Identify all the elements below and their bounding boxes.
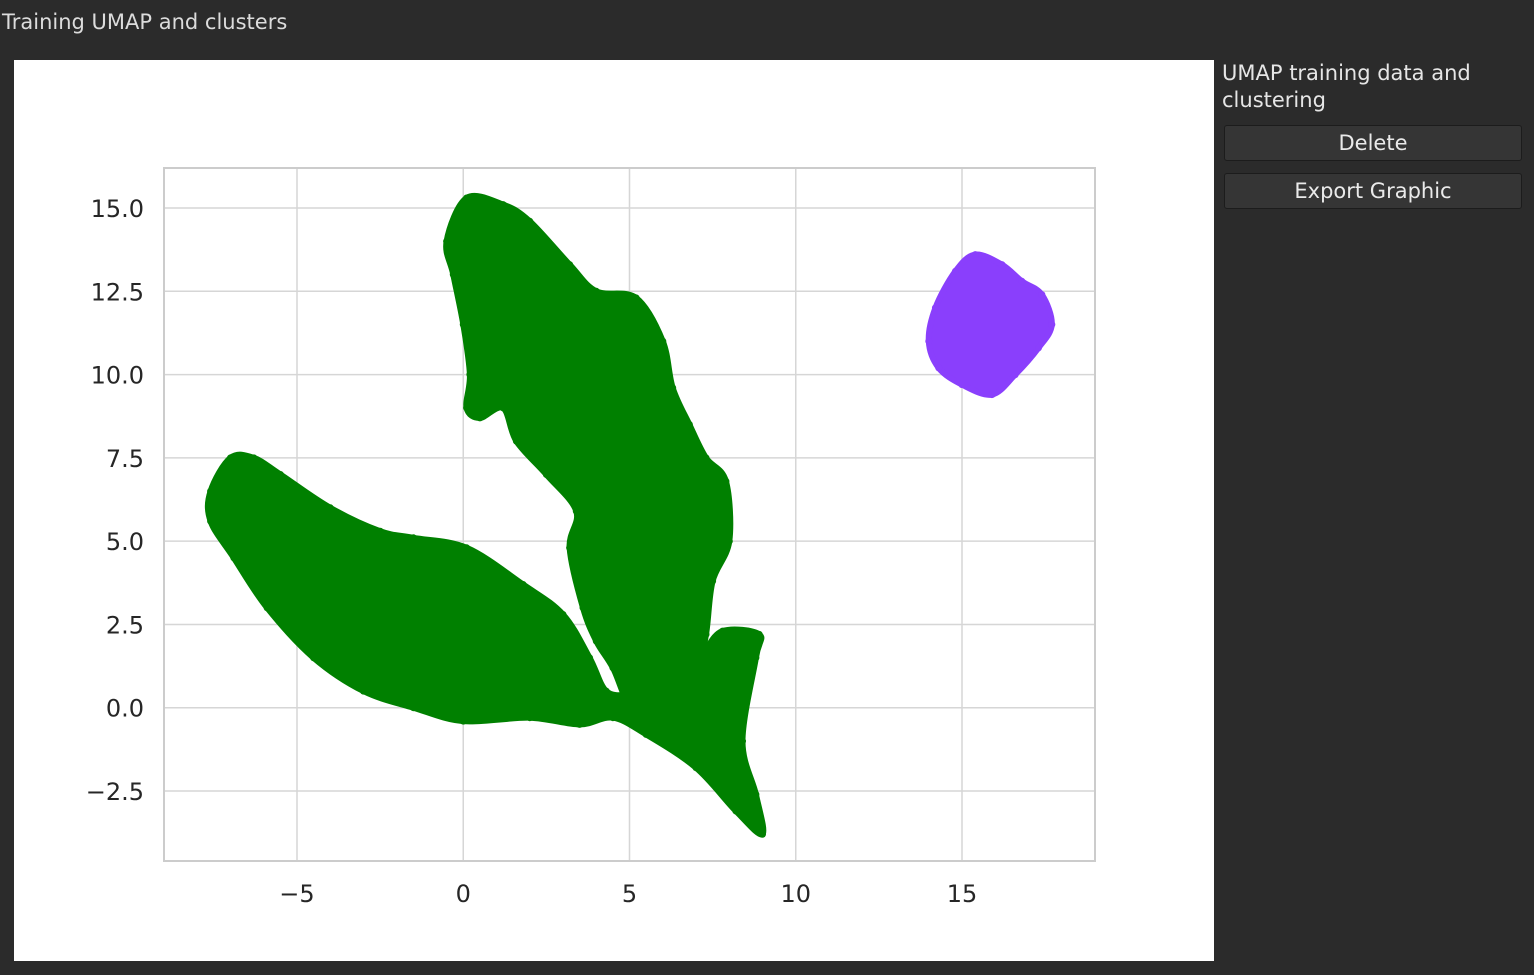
scatter-point <box>602 687 610 695</box>
scatter-point <box>463 404 471 412</box>
scatter-point <box>360 687 367 695</box>
scatter-point <box>1011 371 1019 379</box>
scatter-point <box>576 720 584 728</box>
scatter-point <box>409 704 417 712</box>
scatter-point <box>476 414 484 422</box>
scatter-point <box>559 611 567 618</box>
scatter-point <box>719 627 727 635</box>
scatter-point <box>207 487 215 495</box>
scatter-point <box>709 577 717 585</box>
scatter-point <box>931 304 939 312</box>
scatter-point <box>1018 277 1026 285</box>
scatter-point <box>752 654 760 662</box>
scatter-point <box>1038 291 1046 299</box>
scatter-point <box>592 287 600 295</box>
scatter-cluster-2 <box>925 251 1055 398</box>
scatter-point <box>752 790 760 798</box>
scatter-point <box>925 337 933 345</box>
scatter-point <box>755 630 763 638</box>
scatter-point <box>739 737 746 745</box>
window-title: Training UMAP and clusters <box>2 10 288 34</box>
scatter-point <box>935 364 943 372</box>
scatter-point <box>409 534 417 542</box>
scatter-point <box>951 267 959 275</box>
scatter-point <box>443 237 451 245</box>
scatter-point <box>998 261 1006 269</box>
scatter-point <box>466 371 474 379</box>
y-tick-label: 7.5 <box>106 445 144 473</box>
x-tick-label: 15 <box>947 880 978 908</box>
scatter-point <box>632 294 640 302</box>
scatter-point <box>1035 344 1042 352</box>
scatter-point <box>692 670 700 678</box>
scatter-point <box>759 830 766 838</box>
side-panel: UMAP training data and clustering Delete… <box>1222 60 1524 221</box>
scatter-point <box>958 381 966 389</box>
x-tick-label: 5 <box>622 880 637 908</box>
scatter-point <box>659 337 667 345</box>
scatter-point <box>463 194 471 202</box>
export-graphic-button[interactable]: Export Graphic <box>1224 173 1522 209</box>
y-tick-label: −2.5 <box>86 778 144 806</box>
y-tick-label: 10.0 <box>91 362 144 390</box>
scatter-point <box>725 537 733 545</box>
x-tick-label: 10 <box>780 880 811 908</box>
scatter-point <box>566 261 574 269</box>
scatter-point <box>685 421 693 428</box>
y-tick-label: 5.0 <box>106 528 144 556</box>
scatter-point <box>732 807 740 815</box>
y-tick-label: 12.5 <box>91 278 144 306</box>
y-tick-label: 15.0 <box>91 195 144 223</box>
scatter-point <box>463 544 471 552</box>
scatter-point <box>310 654 318 662</box>
x-tick-label: 0 <box>456 880 471 908</box>
scatter-point <box>526 217 534 225</box>
scatter-point <box>988 391 996 399</box>
scatter-point <box>276 471 284 478</box>
delete-button[interactable]: Delete <box>1224 125 1522 161</box>
scatter-point <box>250 454 258 462</box>
scatter-point <box>459 717 467 725</box>
scatter-point <box>572 507 580 515</box>
scatter-point <box>230 554 238 562</box>
scatter-point <box>592 637 600 645</box>
scatter-point <box>1048 321 1056 329</box>
scatter-point <box>702 454 710 462</box>
scatter-point <box>586 654 594 662</box>
scatter-point <box>326 504 334 512</box>
scatter-point <box>207 517 215 525</box>
scatter-point <box>722 477 730 485</box>
scatter-point <box>692 764 700 772</box>
y-tick-label: 0.0 <box>106 695 144 723</box>
scatter-point <box>376 527 384 535</box>
plot-panel: −5 0 5 10 15 −2.5 0.0 2.5 5.0 7.5 10.0 12.5 15.0 <box>14 60 1214 961</box>
scatter-point <box>263 604 271 612</box>
scatter-point <box>519 581 527 588</box>
scatter-point <box>669 697 677 705</box>
scatter-point <box>526 714 534 722</box>
y-tick-label: 2.5 <box>106 611 144 639</box>
scatter-point <box>459 321 467 329</box>
scatter-point <box>499 404 507 412</box>
scatter-point <box>449 271 457 279</box>
scatter-point <box>702 630 710 638</box>
scatter-point <box>227 454 234 462</box>
scatter-point <box>542 471 550 478</box>
scatter-point <box>971 251 979 259</box>
scatter-point <box>642 730 650 738</box>
scatter-point <box>609 714 617 722</box>
scatter-point <box>609 664 617 672</box>
scatter-point <box>512 437 520 445</box>
scatter-point <box>566 544 574 552</box>
x-tick-label: −5 <box>279 880 314 908</box>
umap-scatter-plot: −5 0 5 10 15 −2.5 0.0 2.5 5.0 7.5 10.0 12.5 15.0 <box>86 167 1096 908</box>
scatter-point <box>499 201 507 209</box>
sidebar-title: UMAP training data and clustering <box>1222 61 1471 112</box>
scatter-point <box>579 604 587 612</box>
scatter-point <box>669 384 677 392</box>
scatter-point <box>632 710 640 718</box>
